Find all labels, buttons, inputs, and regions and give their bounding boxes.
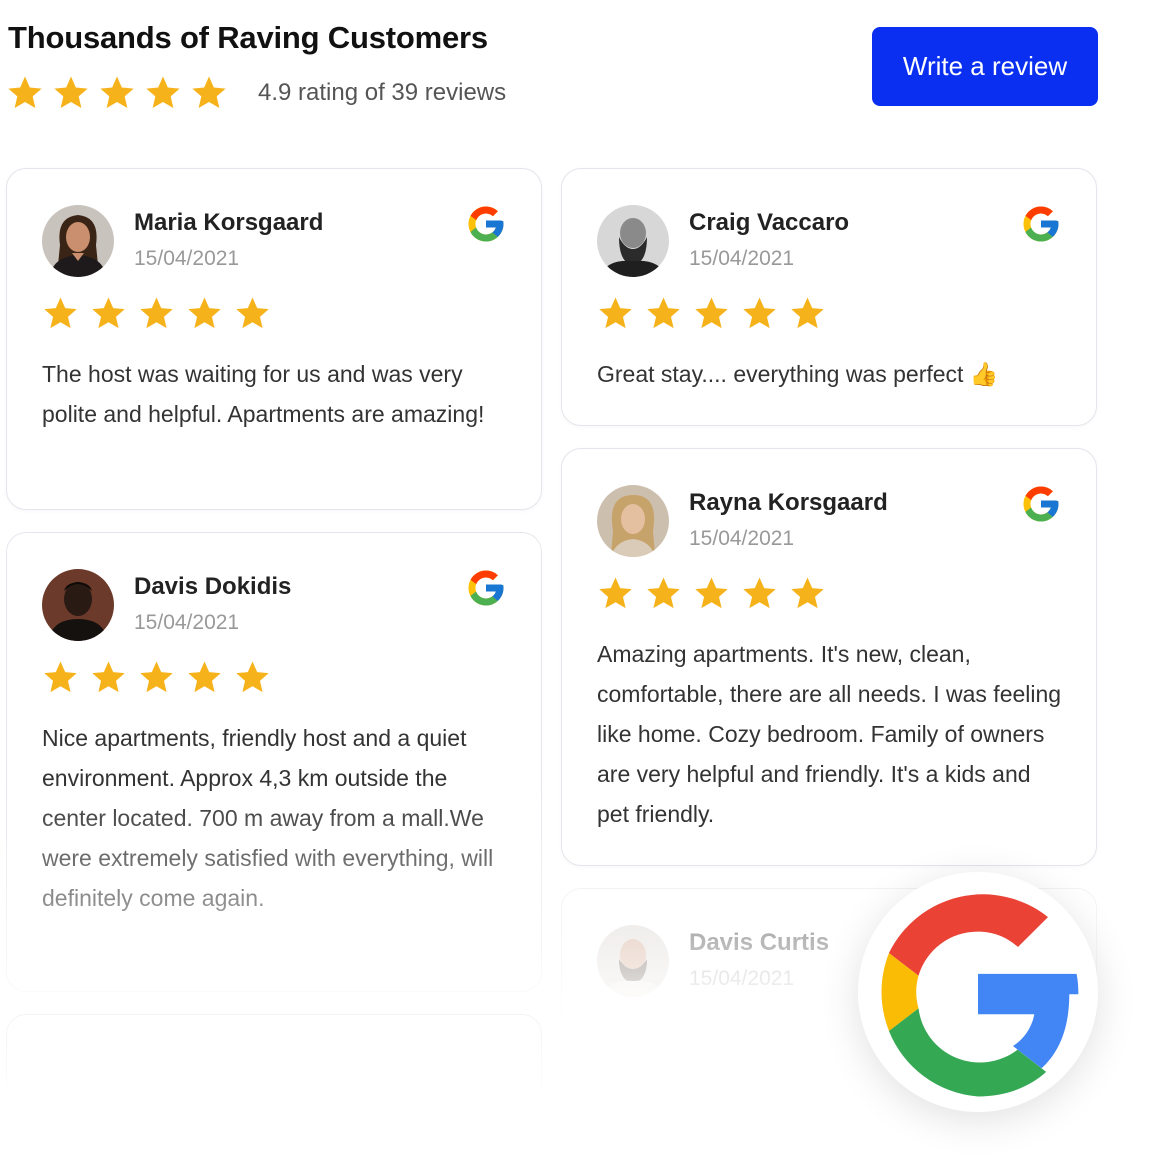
- star-icon: [98, 74, 136, 112]
- google-icon: [465, 203, 507, 245]
- avatar: [597, 485, 669, 557]
- review-card-placeholder: [6, 1014, 542, 1134]
- star-icon: [138, 295, 175, 332]
- star-icon: [42, 295, 79, 332]
- star-icon: [645, 575, 682, 612]
- avatar: [597, 925, 669, 997]
- star-icon: [234, 295, 271, 332]
- google-badge: [858, 872, 1098, 1112]
- star-icon: [138, 659, 175, 696]
- reviewer-name: Davis Dokidis: [134, 573, 292, 600]
- star-icon: [789, 295, 826, 332]
- review-stars: [42, 295, 507, 332]
- overall-rating-stars: [6, 74, 228, 112]
- review-card[interactable]: Maria Korsgaard 15/04/2021 The host was …: [6, 168, 542, 510]
- review-stars: [597, 295, 1062, 332]
- star-icon: [234, 659, 271, 696]
- reviewer-name: Davis Curtis: [689, 929, 830, 956]
- google-icon: [465, 567, 507, 609]
- review-card[interactable]: Craig Vaccaro 15/04/2021 Great stay.... …: [561, 168, 1097, 426]
- review-text: Amazing apartments. It's new, clean, com…: [597, 641, 1062, 827]
- review-date: 15/04/2021: [689, 247, 795, 270]
- review-text: Great stay.... everything was perfect 👍: [597, 361, 999, 387]
- overall-rating: 4.9 rating of 39 reviews: [6, 74, 506, 112]
- reviews-column-left: Maria Korsgaard 15/04/2021 The host was …: [6, 168, 542, 1134]
- review-stars: [597, 575, 1062, 612]
- review-stars: [42, 659, 507, 696]
- write-review-button[interactable]: Write a review: [872, 27, 1098, 106]
- avatar: [597, 205, 669, 277]
- star-icon: [6, 74, 44, 112]
- google-icon: [1020, 483, 1062, 525]
- avatar: [42, 205, 114, 277]
- review-date: 15/04/2021: [689, 527, 795, 550]
- review-card[interactable]: Davis Dokidis 15/04/2021 Nice apartments…: [6, 532, 542, 992]
- reviewer-name: Maria Korsgaard: [134, 209, 324, 236]
- star-icon: [144, 74, 182, 112]
- review-date: 15/04/2021: [134, 247, 240, 270]
- google-logo: [881, 894, 1079, 1097]
- star-icon: [90, 659, 127, 696]
- star-icon: [741, 575, 778, 612]
- star-icon: [186, 659, 223, 696]
- avatar: [42, 569, 114, 641]
- review-card[interactable]: Rayna Korsgaard 15/04/2021 Amazing apart…: [561, 448, 1097, 866]
- star-icon: [789, 575, 826, 612]
- star-icon: [186, 295, 223, 332]
- star-icon: [52, 74, 90, 112]
- star-icon: [597, 575, 634, 612]
- review-text: Nice apartments, friendly host and a qui…: [42, 725, 494, 911]
- star-icon: [597, 295, 634, 332]
- star-icon: [693, 295, 730, 332]
- review-text: The host was waiting for us and was very…: [42, 361, 485, 427]
- reviewer-name: Craig Vaccaro: [689, 209, 850, 236]
- reviewer-name: Rayna Korsgaard: [689, 489, 888, 516]
- star-icon: [90, 295, 127, 332]
- star-icon: [693, 575, 730, 612]
- google-icon: [1020, 203, 1062, 245]
- rating-summary: 4.9 rating of 39 reviews: [258, 79, 507, 106]
- page-title: Thousands of Raving Customers: [8, 20, 488, 55]
- star-icon: [741, 295, 778, 332]
- star-icon: [190, 74, 228, 112]
- star-icon: [645, 295, 682, 332]
- review-date: 15/04/2021: [134, 611, 240, 634]
- review-date: 15/04/2021: [689, 967, 795, 990]
- star-icon: [42, 659, 79, 696]
